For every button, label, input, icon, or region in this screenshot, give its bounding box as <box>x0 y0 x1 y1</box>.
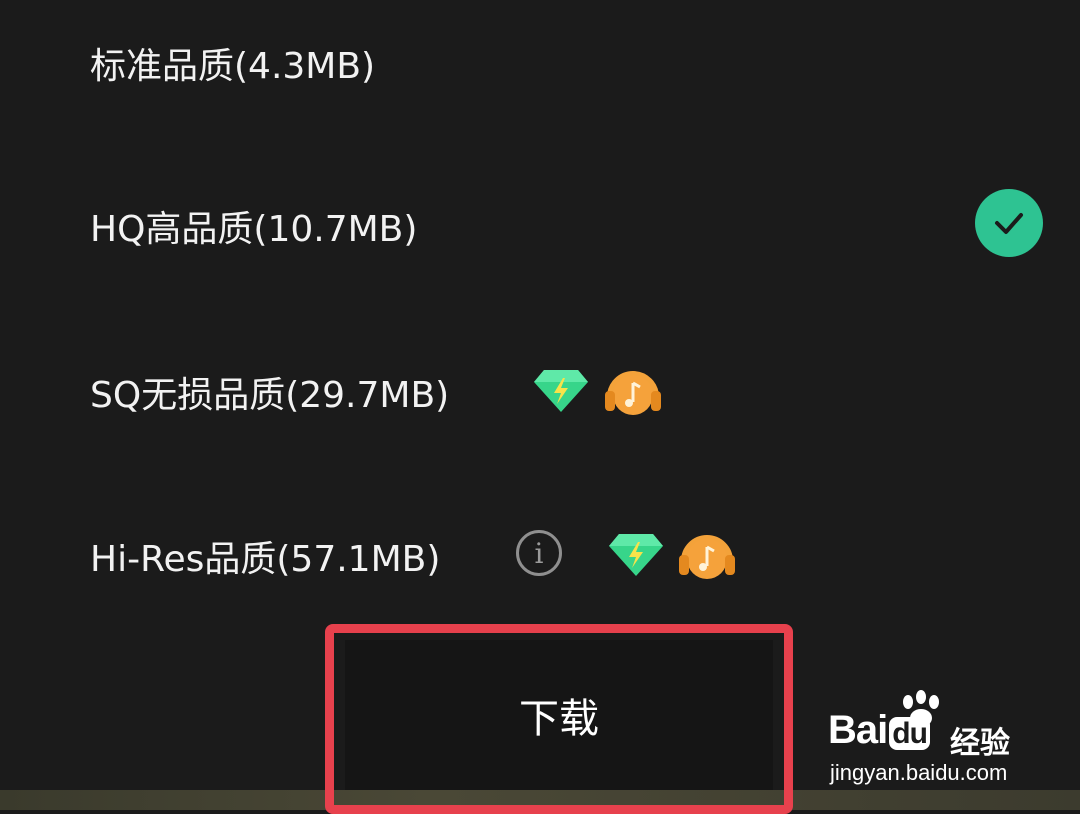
info-icon-glyph: i <box>534 536 544 570</box>
orange-headphone-music-icon <box>678 526 736 584</box>
orange-headphone-music-icon <box>604 362 662 420</box>
selected-check-icon <box>975 189 1043 257</box>
watermark-suffix: 经验 <box>950 726 1010 761</box>
quality-option-label: SQ无损品质(29.7MB) <box>90 375 450 416</box>
quality-option-label: Hi-Res品质(57.1MB) <box>90 539 441 580</box>
quality-option-standard[interactable]: 标准品质(4.3MB) <box>90 33 1050 93</box>
paw-logo-icon <box>896 690 946 734</box>
quality-option-label: 标准品质(4.3MB) <box>90 46 376 87</box>
download-highlight-box <box>325 624 793 814</box>
info-icon[interactable]: i <box>516 530 562 576</box>
green-diamond-icon <box>607 525 665 583</box>
green-diamond-icon <box>532 361 590 419</box>
quality-option-hq[interactable]: HQ高品质(10.7MB) <box>90 196 1050 256</box>
quality-option-label: HQ高品质(10.7MB) <box>90 209 418 250</box>
quality-option-hires[interactable]: Hi-Res品质(57.1MB) <box>90 526 1050 586</box>
baidu-jingyan-watermark: Bai du 经验 jingyan.baidu.com <box>828 690 1028 790</box>
watermark-url: jingyan.baidu.com <box>830 760 1008 785</box>
